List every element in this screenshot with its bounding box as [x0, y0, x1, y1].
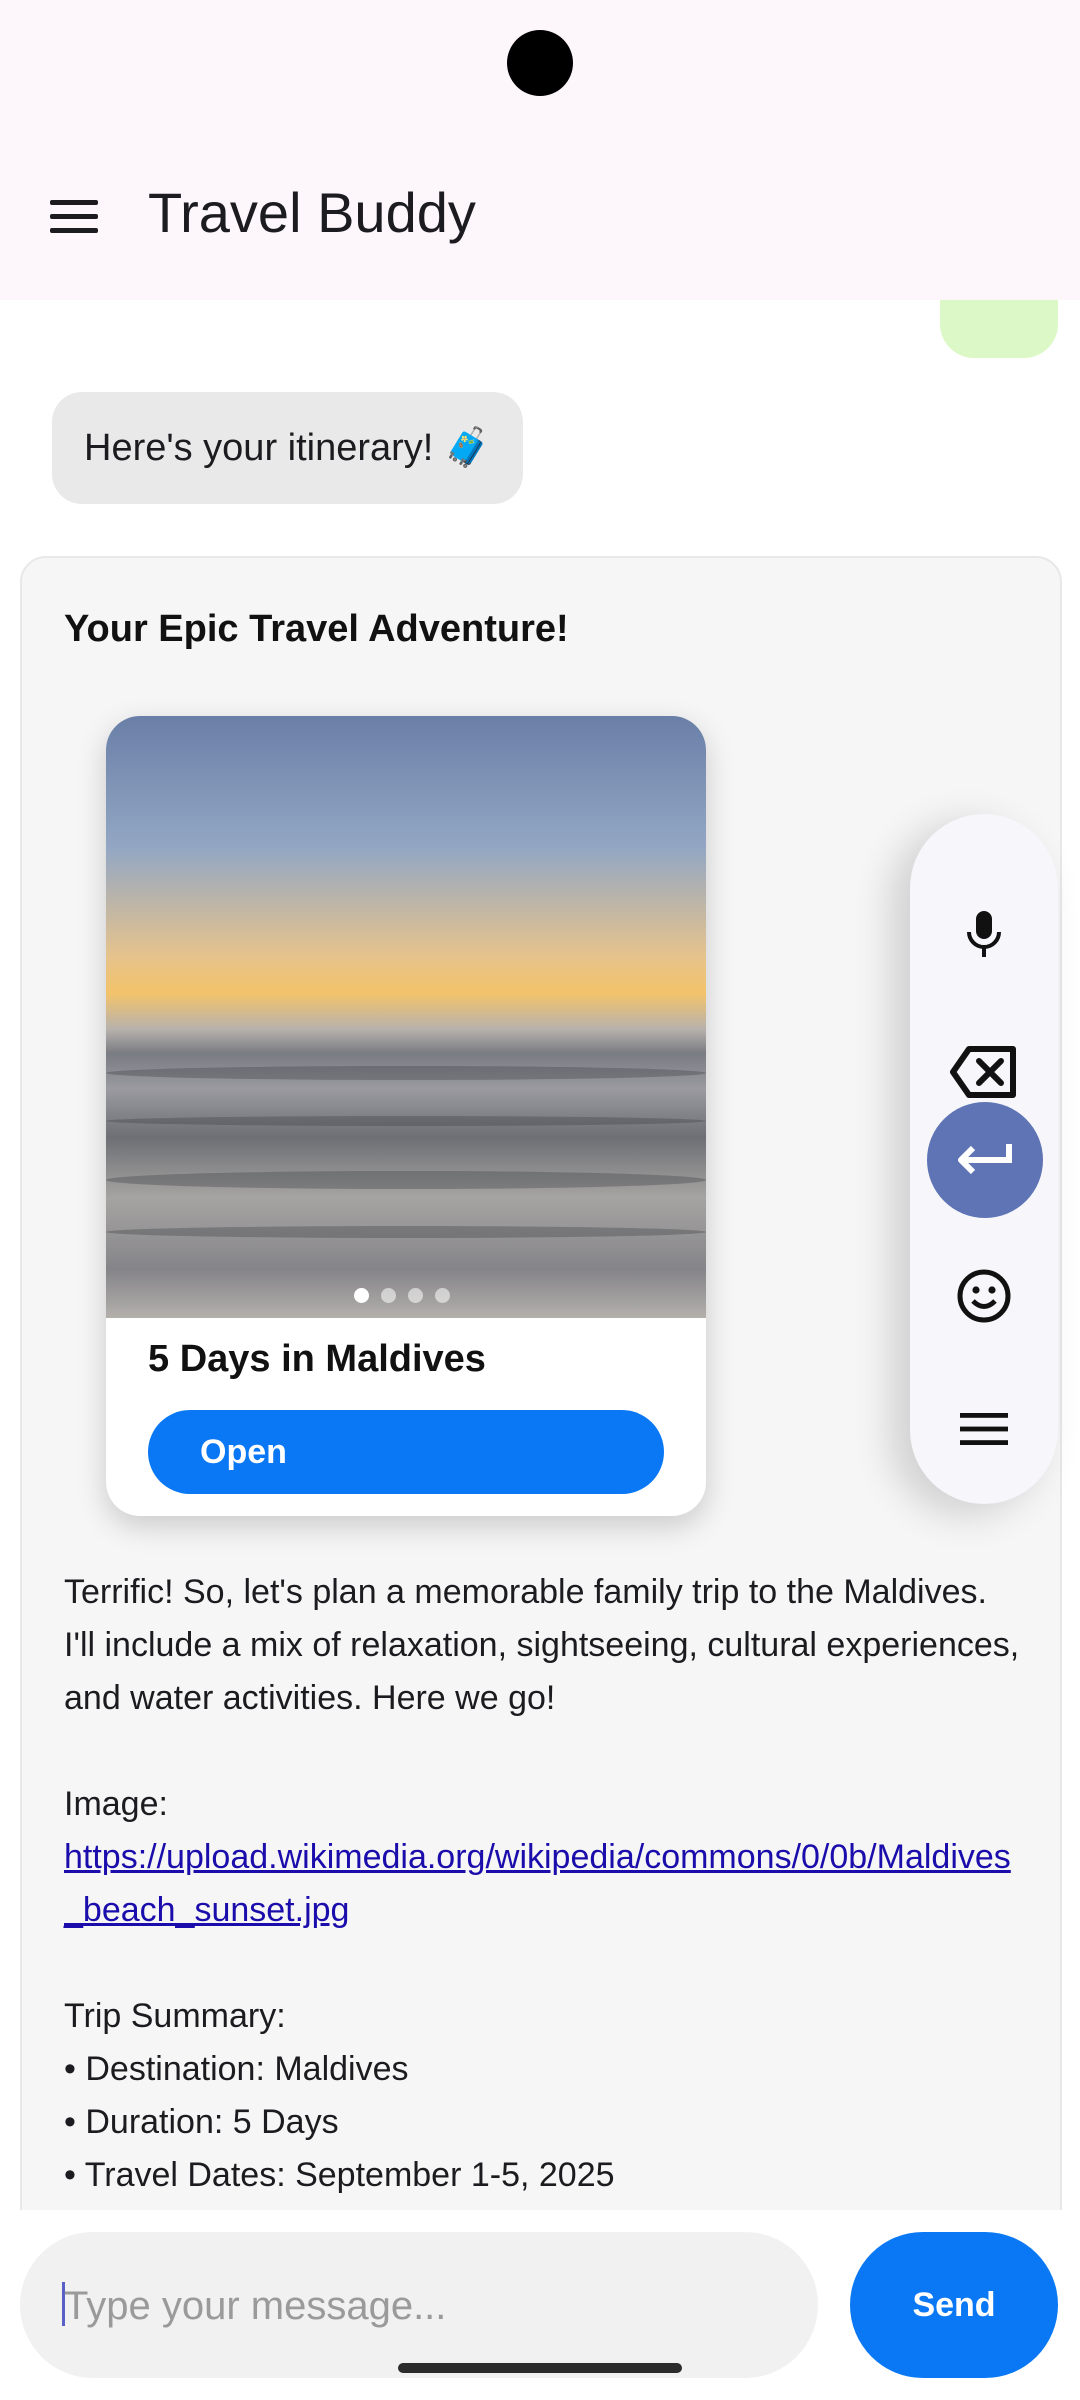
- app-title: Travel Buddy: [148, 181, 476, 244]
- hamburger-menu-icon[interactable]: [50, 200, 98, 234]
- menu-icon[interactable]: [910, 1374, 1058, 1484]
- home-indicator[interactable]: [398, 2363, 682, 2373]
- message-input-container[interactable]: [20, 2232, 818, 2380]
- summary-item: • Duration: 5 Days: [64, 2103, 339, 2141]
- trip-image[interactable]: [106, 716, 706, 1318]
- floating-keyboard-toolbar: [910, 814, 1058, 1504]
- status-bar: [0, 0, 1080, 130]
- itinerary-body: Terrific! So, let's plan a memorable fam…: [64, 1566, 1024, 2202]
- summary-heading: Trip Summary:: [64, 1997, 286, 2035]
- trip-name: 5 Days in Maldives: [148, 1338, 486, 1380]
- image-label: Image:: [64, 1785, 168, 1823]
- front-camera-cutout: [507, 30, 573, 96]
- app-bar: Travel Buddy: [0, 130, 1080, 300]
- bot-message-bubble: Here's your itinerary! 🧳: [52, 392, 524, 504]
- pager-dot-active[interactable]: [354, 1288, 369, 1303]
- pager-dot[interactable]: [435, 1288, 450, 1303]
- enter-icon[interactable]: [910, 1105, 1058, 1215]
- pager-dot[interactable]: [381, 1288, 396, 1303]
- image-pager-dots[interactable]: [354, 1288, 450, 1303]
- summary-item: • Destination: Maldives: [64, 2050, 409, 2088]
- image-link[interactable]: https://upload.wikimedia.org/wikipedia/c…: [64, 1838, 1011, 1929]
- open-trip-button[interactable]: Open: [148, 1410, 664, 1494]
- emoji-icon[interactable]: [910, 1241, 1058, 1351]
- bot-message-text: Here's your itinerary! 🧳: [84, 427, 492, 469]
- summary-item: • Travel Dates: September 1-5, 2025: [64, 2156, 615, 2194]
- itinerary-intro: Terrific! So, let's plan a memorable fam…: [64, 1573, 1020, 1717]
- message-input[interactable]: [62, 2232, 786, 2380]
- send-button[interactable]: Send: [850, 2232, 1058, 2378]
- pager-dot[interactable]: [408, 1288, 423, 1303]
- microphone-icon[interactable]: [910, 880, 1058, 990]
- itinerary-card: Your Epic Travel Adventure! 5 Days in Ma…: [20, 556, 1062, 2210]
- itinerary-heading: Your Epic Travel Adventure!: [64, 608, 569, 650]
- trip-card[interactable]: 5 Days in Maldives Open: [106, 716, 706, 1516]
- user-message-bubble: [940, 300, 1058, 358]
